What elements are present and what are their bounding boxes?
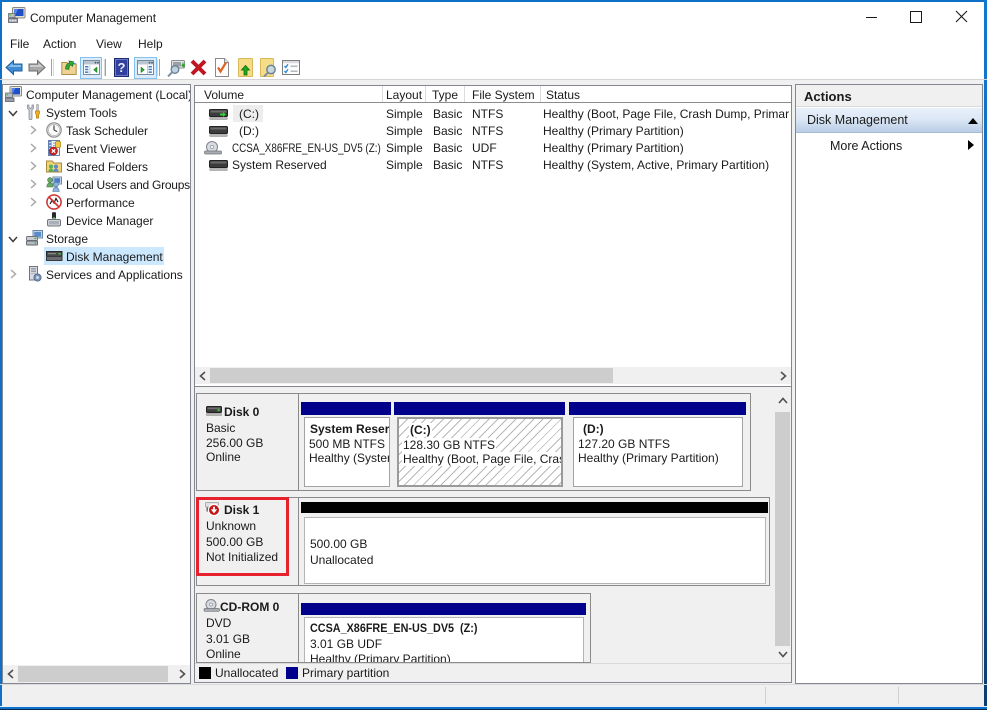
svg-text:?: ?	[118, 60, 126, 75]
